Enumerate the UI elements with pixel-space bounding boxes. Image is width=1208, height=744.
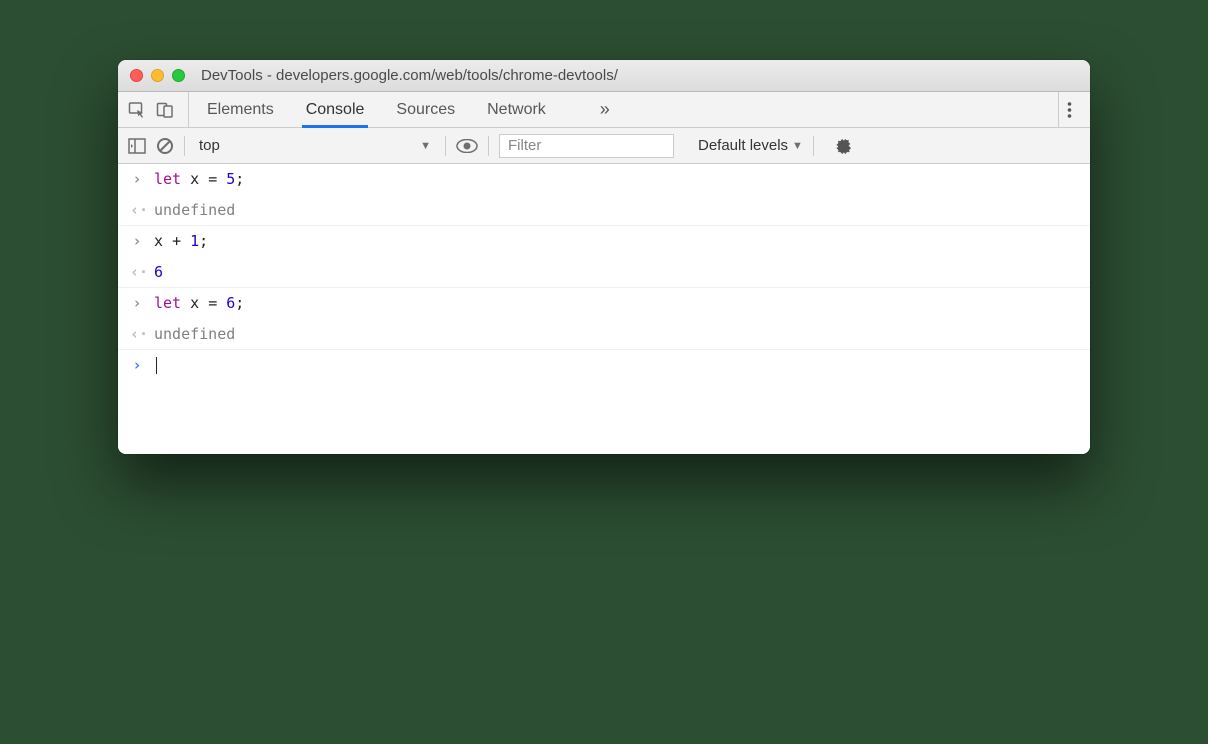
code-text: 6 <box>154 261 163 284</box>
separator <box>445 136 446 156</box>
tab-elements[interactable]: Elements <box>207 92 274 127</box>
console-output-row: ‹· undefined <box>118 195 1090 227</box>
input-marker-icon: › <box>130 168 144 191</box>
code-text: undefined <box>154 323 235 346</box>
window-title: DevTools - developers.google.com/web/too… <box>201 67 618 84</box>
log-levels-select[interactable]: Default levels ▼ <box>698 137 803 154</box>
separator <box>184 136 185 156</box>
chevron-down-icon: ▼ <box>792 140 803 152</box>
output-marker-icon: ‹· <box>130 199 144 222</box>
console-output-row: ‹· 6 <box>118 257 1090 289</box>
inspect-icon[interactable] <box>128 101 146 119</box>
separator <box>488 136 489 156</box>
tab-sources[interactable]: Sources <box>396 92 455 127</box>
code-text: let x = 5; <box>154 168 244 191</box>
minimize-icon[interactable] <box>151 69 164 82</box>
chevron-down-icon: ▼ <box>420 140 431 152</box>
tab-bar: Elements Console Sources Network » <box>118 92 1090 128</box>
close-icon[interactable] <box>130 69 143 82</box>
traffic-lights <box>130 69 185 82</box>
input-marker-icon: › <box>130 230 144 253</box>
titlebar: DevTools - developers.google.com/web/too… <box>118 60 1090 92</box>
console-input-row: › x + 1; <box>118 226 1090 257</box>
context-label: top <box>199 137 220 154</box>
live-expression-icon[interactable] <box>456 139 478 153</box>
separator <box>813 136 814 156</box>
devtools-window: DevTools - developers.google.com/web/too… <box>118 60 1090 454</box>
sidebar-toggle-icon[interactable] <box>128 138 146 154</box>
gear-icon[interactable] <box>836 137 854 155</box>
tab-console[interactable]: Console <box>306 92 365 127</box>
input-marker-icon: › <box>130 292 144 315</box>
device-toggle-icon[interactable] <box>156 101 174 119</box>
tab-network[interactable]: Network <box>487 92 546 127</box>
code-text: x + 1; <box>154 230 208 253</box>
panel-tabs: Elements Console Sources Network » <box>207 92 610 127</box>
filter-input[interactable] <box>499 134 674 158</box>
zoom-icon[interactable] <box>172 69 185 82</box>
code-text: let x = 6; <box>154 292 244 315</box>
console-input-row: › let x = 6; <box>118 288 1090 319</box>
prompt-marker-icon: › <box>130 354 144 377</box>
clear-console-icon[interactable] <box>156 137 174 155</box>
output-marker-icon: ‹· <box>130 323 144 346</box>
tabs-overflow-icon[interactable]: » <box>600 99 610 120</box>
code-text: undefined <box>154 199 235 222</box>
console-prompt-row[interactable]: › <box>118 350 1090 381</box>
context-selector[interactable]: top ▼ <box>195 137 435 154</box>
console-toolbar: top ▼ Default levels ▼ <box>118 128 1090 164</box>
console-input-row: › let x = 5; <box>118 164 1090 195</box>
console-output: › let x = 5; ‹· undefined › x + 1; ‹· 6 › let x =… <box>118 164 1090 454</box>
prompt-input[interactable] <box>154 354 157 377</box>
console-output-row: ‹· undefined <box>118 319 1090 351</box>
log-levels-label: Default levels <box>698 137 788 154</box>
output-marker-icon: ‹· <box>130 261 144 284</box>
more-options-icon[interactable] <box>1058 92 1080 127</box>
